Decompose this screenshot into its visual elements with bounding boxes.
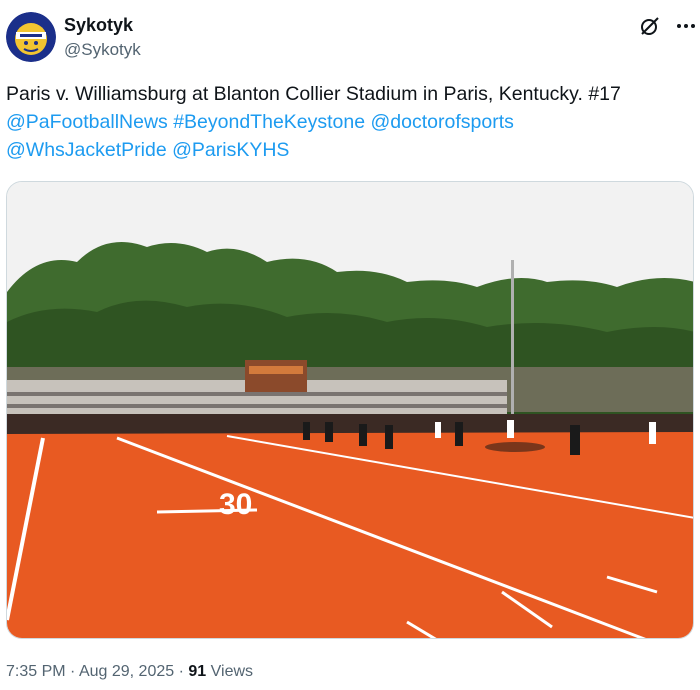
views-count: 91 (188, 663, 207, 680)
grok-icon (641, 17, 659, 35)
more-options-button[interactable] (672, 12, 700, 40)
display-name[interactable]: Sykotyk (64, 15, 133, 36)
meta-separator: · (178, 663, 184, 680)
tweet-time[interactable]: 7:35 PM (6, 663, 66, 680)
more-options-icon (677, 24, 681, 28)
tweet-text: Paris v. Williamsburg at Blanton Collier… (6, 80, 696, 164)
mention-pariskyhs[interactable]: @ParisKYHS (172, 139, 289, 161)
mention-pafootballnews[interactable]: @PaFootballNews (6, 111, 168, 133)
tweet-photo[interactable]: 30 (6, 181, 694, 639)
tweet-meta: 7:35 PM · Aug 29, 2025 · 91 Views (6, 663, 253, 681)
more-options-icon (684, 24, 688, 28)
more-options-icon (691, 24, 695, 28)
tweet-text-body: Paris v. Williamsburg at Blanton Collier… (6, 83, 621, 105)
tweet-header: Sykotyk @Sykotyk (0, 0, 700, 70)
football-field-photo: 30 (7, 182, 693, 638)
avatar[interactable] (6, 12, 56, 62)
tweet-date[interactable]: Aug 29, 2025 (79, 663, 174, 680)
yard-number: 30 (219, 488, 252, 521)
grok-button[interactable] (638, 14, 662, 38)
mention-doctorofsports[interactable]: @doctorofsports (371, 111, 514, 133)
meta-separator: · (70, 663, 76, 680)
views-label: Views (210, 663, 254, 680)
avatar-logo-icon (6, 12, 56, 62)
mention-whsjacketpride[interactable]: @WhsJacketPride (6, 139, 167, 161)
user-handle[interactable]: @Sykotyk (64, 40, 141, 60)
hashtag-beyondthekeystone[interactable]: #BeyondTheKeystone (173, 111, 365, 133)
